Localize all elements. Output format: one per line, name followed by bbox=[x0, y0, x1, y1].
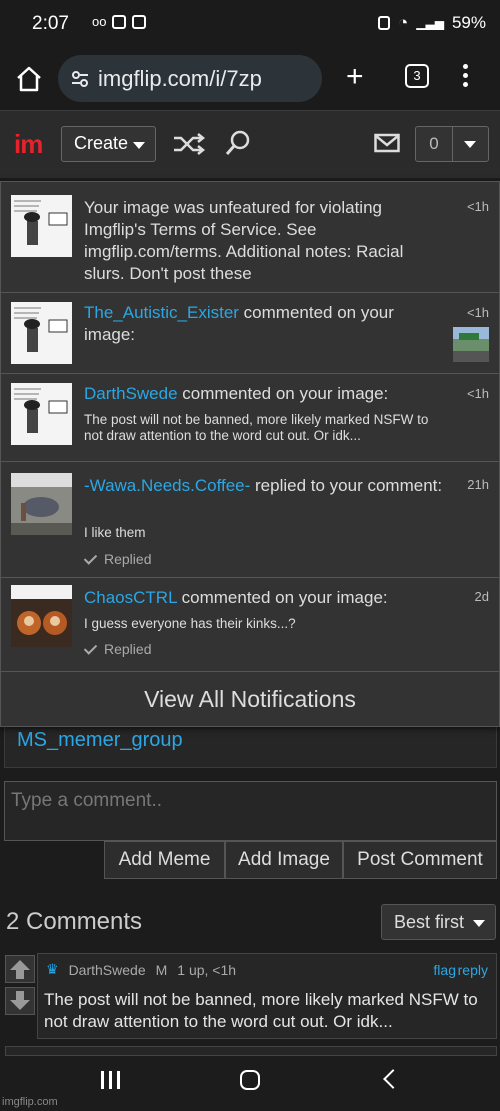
notification-time: 2d bbox=[474, 589, 489, 604]
comment-card: ♛ DarthSwede M 1 up, <1h flag reply The … bbox=[37, 953, 497, 1039]
notification-user[interactable]: -Wawa.Needs.Coffee- bbox=[84, 476, 250, 495]
replied-indicator: Replied bbox=[83, 640, 152, 657]
notification-user[interactable]: ChaosCTRL bbox=[84, 588, 177, 607]
sort-label: Best first bbox=[394, 912, 465, 932]
comments-count-title: 2 Comments bbox=[6, 908, 143, 935]
notification-text: The_Autistic_Exister commented on your i… bbox=[84, 302, 446, 346]
chevron-down-icon bbox=[464, 141, 476, 148]
notification-text: Your image was unfeatured for violating … bbox=[84, 198, 404, 283]
app-notification-icon bbox=[112, 14, 127, 29]
replied-label: Replied bbox=[104, 641, 152, 657]
create-menu-button[interactable]: Create bbox=[61, 126, 156, 162]
flag-link[interactable]: flag bbox=[433, 962, 456, 978]
notification-item[interactable]: DarthSwede commented on your image: <1h … bbox=[1, 374, 499, 462]
replied-indicator: Replied bbox=[83, 550, 152, 567]
mod-badge: M bbox=[155, 961, 168, 978]
notification-time: 21h bbox=[467, 477, 489, 492]
notification-count: 0 bbox=[416, 127, 453, 161]
comment-text: The post will not be banned, more likely… bbox=[44, 990, 478, 1031]
battery-percent: 59% bbox=[451, 13, 486, 32]
upvote-button[interactable] bbox=[5, 955, 35, 983]
browser-toolbar: imgflip.com/i/7zp + 3 bbox=[0, 50, 500, 110]
notification-time: <1h bbox=[466, 386, 489, 401]
view-all-notifications-button[interactable]: View All Notifications bbox=[1, 672, 499, 726]
imgflip-watermark: imgflip.com bbox=[2, 1096, 58, 1108]
next-comment-card bbox=[5, 1046, 497, 1056]
notification-text: ChaosCTRL commented on your image: bbox=[84, 587, 446, 609]
downvote-button[interactable] bbox=[5, 987, 35, 1015]
sort-select[interactable]: Best first bbox=[381, 904, 496, 940]
notification-item[interactable]: ChaosCTRL commented on your image: 2d I … bbox=[1, 578, 499, 672]
checkmark-icon bbox=[83, 640, 98, 655]
notification-action: commented on your image: bbox=[176, 588, 388, 607]
notification-time: <1h bbox=[466, 305, 489, 320]
search-icon[interactable] bbox=[224, 129, 252, 157]
notification-user[interactable]: The_Autistic_Exister bbox=[84, 303, 239, 322]
voicemail-icon: oo bbox=[92, 14, 107, 29]
notification-comment: I guess everyone has their kinks...? bbox=[84, 616, 296, 631]
notifications-dropdown: Your image was unfeatured for violating … bbox=[0, 181, 500, 727]
meme-thumbnail bbox=[11, 195, 72, 257]
meme-thumbnail bbox=[11, 473, 72, 535]
stream-link-box: MS_memer_group bbox=[4, 720, 497, 768]
comment-points-time: 1 up, <1h bbox=[177, 961, 237, 978]
mail-icon[interactable] bbox=[374, 133, 400, 153]
notification-comment: I like them bbox=[84, 525, 146, 540]
notification-counter[interactable]: 0 bbox=[415, 126, 489, 162]
browser-menu-icon[interactable] bbox=[458, 64, 472, 90]
status-left-icons: oo bbox=[92, 14, 147, 29]
site-settings-icon[interactable] bbox=[70, 69, 90, 89]
new-tab-icon[interactable]: + bbox=[346, 62, 364, 92]
notification-action: replied to your comment: bbox=[250, 476, 443, 495]
meme-thumbnail bbox=[11, 302, 72, 364]
notification-item[interactable]: -Wawa.Needs.Coffee- replied to your comm… bbox=[1, 462, 499, 578]
recent-apps-icon[interactable] bbox=[101, 1071, 120, 1089]
comment-author[interactable]: DarthSwede bbox=[69, 962, 146, 978]
add-meme-button[interactable]: Add Meme bbox=[104, 841, 225, 879]
add-image-button[interactable]: Add Image bbox=[225, 841, 343, 879]
comment-actions: Add Meme Add Image Post Comment bbox=[104, 841, 497, 879]
tab-switcher-button[interactable]: 3 bbox=[405, 64, 429, 88]
notification-item[interactable]: Your image was unfeatured for violating … bbox=[1, 182, 499, 293]
post-comment-button[interactable]: Post Comment bbox=[343, 841, 497, 879]
meme-thumbnail bbox=[11, 383, 72, 445]
notification-action: commented on your image: bbox=[177, 384, 389, 403]
chevron-down-icon bbox=[133, 142, 145, 149]
comment-image-thumbnail bbox=[453, 327, 489, 362]
home-icon[interactable] bbox=[14, 64, 44, 94]
system-nav-bar: imgflip.com bbox=[0, 1056, 500, 1111]
checkmark-icon bbox=[83, 550, 98, 565]
arrow-up-icon bbox=[10, 960, 30, 979]
home-button-icon[interactable] bbox=[240, 1070, 260, 1090]
site-header: im Create 0 bbox=[0, 110, 500, 178]
notification-time: <1h bbox=[466, 199, 489, 214]
url-text: imgflip.com/i/7zp bbox=[98, 66, 262, 91]
wifi-icon: ◔ bbox=[398, 13, 409, 32]
chevron-down-icon bbox=[473, 920, 485, 927]
replied-label: Replied bbox=[104, 551, 152, 567]
back-icon[interactable] bbox=[383, 1069, 403, 1089]
notification-text: DarthSwede commented on your image: bbox=[84, 383, 446, 405]
notification-user[interactable]: DarthSwede bbox=[84, 384, 178, 403]
nfc-icon bbox=[378, 16, 390, 30]
crown-icon: ♛ bbox=[46, 961, 59, 977]
comment-input[interactable]: Type a comment.. bbox=[4, 781, 497, 841]
arrow-down-icon bbox=[10, 991, 30, 1010]
status-bar: 2:07 oo ◔ ▁▃▅ 59% bbox=[0, 0, 500, 50]
create-label: Create bbox=[74, 133, 129, 153]
notification-text: -Wawa.Needs.Coffee- replied to your comm… bbox=[84, 475, 446, 497]
notification-item[interactable]: The_Autistic_Exister commented on your i… bbox=[1, 293, 499, 374]
signal-icon: ▁▃▅ bbox=[416, 16, 444, 30]
meme-thumbnail bbox=[11, 585, 72, 647]
address-bar[interactable]: imgflip.com/i/7zp bbox=[58, 55, 322, 102]
notification-comment: The post will not be banned, more likely… bbox=[84, 412, 429, 443]
group-link[interactable]: MS_memer_group bbox=[17, 729, 183, 752]
shuffle-icon[interactable] bbox=[172, 133, 206, 155]
imgflip-logo[interactable]: im bbox=[14, 129, 43, 160]
gallery-icon bbox=[132, 14, 147, 29]
reply-link[interactable]: reply bbox=[458, 962, 488, 978]
comment-meta: ♛ DarthSwede M 1 up, <1h bbox=[46, 961, 236, 978]
status-time: 2:07 bbox=[32, 13, 69, 34]
status-right-icons: ◔ ▁▃▅ 59% bbox=[378, 13, 486, 33]
